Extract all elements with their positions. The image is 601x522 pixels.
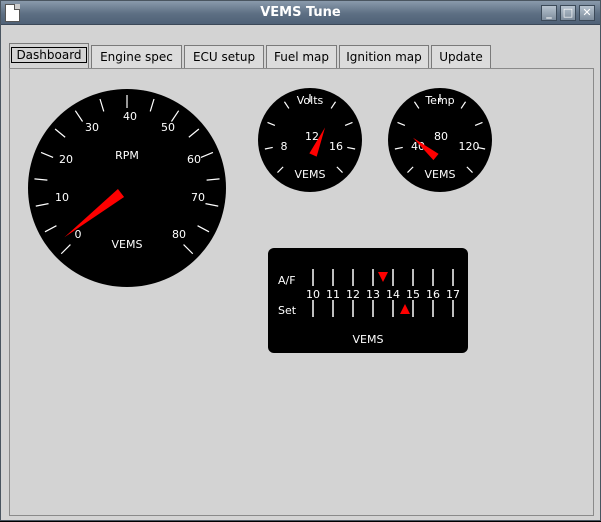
temp-gauge: Temp VEMS 40 80 120	[388, 88, 492, 192]
af-scale-label: 13	[366, 288, 380, 301]
af-scale-label: 12	[346, 288, 360, 301]
temp-label: Temp	[424, 94, 454, 107]
af-scale-label: 17	[446, 288, 460, 301]
volts-tick-label: 8	[281, 140, 288, 153]
volts-gauge: Volts VEMS 8 12 16	[258, 88, 362, 192]
rpm-tick-label: 20	[59, 153, 73, 166]
af-scale-label: 14	[386, 288, 400, 301]
af-meter: A/F Set 10 11 12 13 14 15 16 17 VEMS	[268, 248, 468, 353]
rpm-label: RPM	[115, 149, 139, 162]
volts-tick-label: 16	[329, 140, 343, 153]
rpm-tick-label: 80	[172, 228, 186, 241]
rpm-gauge: RPM VEMS 0 10 20 30 40 50 60 70 80	[28, 89, 226, 287]
af-scale-label: 15	[406, 288, 420, 301]
set-row-label: Set	[278, 304, 297, 317]
rpm-tick-label: 30	[85, 121, 99, 134]
af-scale-label: 10	[306, 288, 320, 301]
af-brand: VEMS	[353, 333, 384, 346]
af-scale-label: 11	[326, 288, 340, 301]
rpm-tick-label: 60	[187, 153, 201, 166]
temp-brand: VEMS	[425, 168, 456, 181]
temp-tick-label: 80	[434, 130, 448, 143]
rpm-tick-label: 70	[191, 191, 205, 204]
af-scale-label: 16	[426, 288, 440, 301]
rpm-tick-label: 10	[55, 191, 69, 204]
rpm-tick-label: 50	[161, 121, 175, 134]
rpm-tick-label: 0	[75, 228, 82, 241]
rpm-tick-label: 40	[123, 110, 137, 123]
rpm-brand: VEMS	[112, 238, 143, 251]
volts-brand: VEMS	[295, 168, 326, 181]
dashboard-canvas: RPM VEMS 0 10 20 30 40 50 60 70 80 Volts…	[28, 88, 492, 353]
temp-tick-label: 120	[459, 140, 480, 153]
volts-label: Volts	[297, 94, 324, 107]
af-row-label: A/F	[278, 274, 296, 287]
app-window: VEMS Tune _ □ ✕ Dashboard Engine spec EC…	[0, 0, 601, 521]
